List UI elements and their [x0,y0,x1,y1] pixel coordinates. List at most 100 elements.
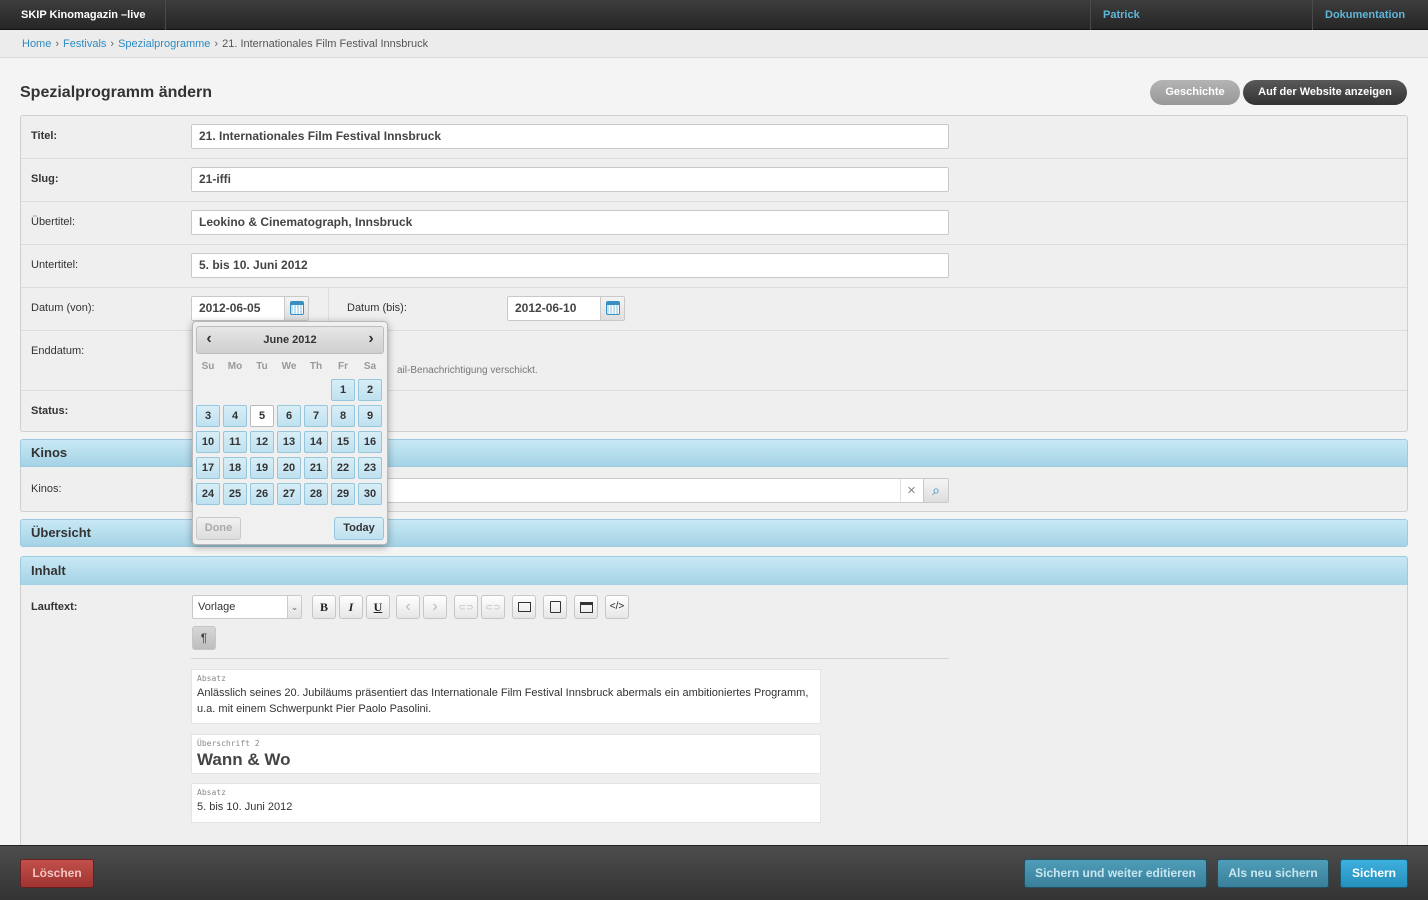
untertitel-row: Untertitel: 5. bis 10. Juni 2012 [21,245,1407,288]
breadcrumb-home[interactable]: Home [22,38,51,50]
datepicker-day[interactable]: 23 [358,457,382,479]
datepicker-day[interactable]: 13 [277,431,301,453]
bold-button[interactable]: B [312,595,336,619]
datum-bis-calendar-button[interactable] [600,297,624,320]
datepicker-day[interactable]: 22 [331,457,355,479]
datepicker-day[interactable]: 27 [277,483,301,505]
datepicker-day[interactable]: 14 [304,431,328,453]
datepicker-done-button[interactable]: Done [196,517,241,540]
link-button[interactable]: ⊂⊃ [454,595,478,619]
format-select[interactable]: Vorlage ⌄ [192,595,302,619]
history-button[interactable]: Geschichte [1150,80,1240,105]
datum-bis-value: 2012-06-10 [515,301,577,315]
underline-button[interactable]: U [366,595,390,619]
datepicker-day[interactable]: 1 [331,379,355,401]
datepicker-header: ‹ June 2012 › [196,326,384,354]
datepicker-day[interactable]: 24 [196,483,220,505]
datepicker-day[interactable]: 9 [358,405,382,427]
block-text[interactable]: Anlässlich seines 20. Jubiläums präsenti… [197,685,815,717]
view-on-site-button[interactable]: Auf der Website anzeigen [1243,80,1407,105]
content-block[interactable]: Absatz Anlässlich seines 20. Jubiläums p… [191,669,821,724]
weekday-label: Sa [363,361,377,372]
paste-word-button[interactable] [543,595,567,619]
datum-von-input[interactable]: 2012-06-05 [191,296,309,321]
save-button[interactable]: Sichern [1340,859,1408,888]
enddatum-label: Enddatum: [31,345,85,357]
calendar-icon [606,301,620,315]
save-and-continue-button[interactable]: Sichern und weiter editieren [1024,859,1207,888]
chevron-right-icon[interactable]: › [361,327,381,353]
datepicker-day[interactable]: 2 [358,379,382,401]
datepicker-day[interactable]: 18 [223,457,247,479]
save-as-new-button[interactable]: Als neu sichern [1217,859,1329,888]
datepicker-day[interactable]: 10 [196,431,220,453]
calendar-icon [290,301,304,315]
datepicker-day[interactable]: 17 [196,457,220,479]
document-icon [549,601,561,613]
window-icon [579,602,593,613]
unlink-button[interactable]: ⊂⊃ [481,595,505,619]
slug-input[interactable]: 21-iffi [191,167,949,192]
datepicker-day[interactable]: 7 [304,405,328,427]
source-code-button[interactable]: </> [605,595,629,619]
page-title: Spezialprogramm ändern [20,84,213,101]
app-title[interactable]: SKIP Kinomagazin –live [0,0,166,30]
uebertitel-row: Übertitel: Leokino & Cinematograph, Inns… [21,202,1407,245]
redo-button[interactable]: › [423,595,447,619]
block-type-label: Überschrift 2 [197,739,260,748]
content-block[interactable]: Überschrift 2 Wann & Wo [191,734,821,774]
datepicker-day[interactable]: 15 [331,431,355,453]
uebertitel-input[interactable]: Leokino & Cinematograph, Innsbruck [191,210,949,235]
datepicker-day[interactable]: 29 [331,483,355,505]
datepicker-day[interactable]: 6 [277,405,301,427]
close-icon[interactable]: × [900,479,922,502]
search-icon[interactable]: ⌕ [923,479,948,502]
datepicker-day[interactable]: 25 [223,483,247,505]
datepicker-day[interactable]: 19 [250,457,274,479]
datepicker-day[interactable]: 21 [304,457,328,479]
datum-von-calendar-button[interactable] [284,297,308,320]
paragraph-button[interactable]: ¶ [192,626,216,650]
block-heading[interactable]: Wann & Wo [197,750,815,770]
fullscreen-button[interactable] [574,595,598,619]
image-icon [517,602,531,612]
inhalt-section-header[interactable]: Inhalt [20,556,1408,586]
weekday-label: Th [309,361,323,372]
chevron-left-icon[interactable]: ‹ [199,327,219,353]
datum-bis-input[interactable]: 2012-06-10 [507,296,625,321]
breadcrumb-festivals[interactable]: Festivals [63,38,106,50]
breadcrumb-spezialprogramme[interactable]: Spezialprogramme [118,38,210,50]
datepicker-day[interactable]: 30 [358,483,382,505]
delete-button[interactable]: Löschen [20,859,94,888]
weekday-label: We [281,361,297,372]
italic-button[interactable]: I [339,595,363,619]
datepicker-today-button[interactable]: Today [334,517,384,540]
weekday-label: Mo [227,361,243,372]
top-bar: SKIP Kinomagazin –live Patrick Dokumenta… [0,0,1428,30]
block-text[interactable]: 5. bis 10. Juni 2012 [197,799,815,815]
untertitel-input[interactable]: 5. bis 10. Juni 2012 [191,253,949,278]
insert-image-button[interactable] [512,595,536,619]
datepicker-day[interactable]: 28 [304,483,328,505]
user-link[interactable]: Patrick [1090,0,1312,30]
datepicker-day[interactable]: 3 [196,405,220,427]
datepicker-day[interactable]: 5 [250,405,274,427]
block-type-label: Absatz [197,788,226,797]
datepicker-day[interactable]: 16 [358,431,382,453]
datepicker-day[interactable]: 20 [277,457,301,479]
weekday-label: Su [201,361,215,372]
datepicker-day[interactable]: 11 [223,431,247,453]
datepicker-day[interactable]: 12 [250,431,274,453]
submit-row: Löschen Sichern und weiter editieren Als… [0,845,1428,900]
datepicker-day[interactable]: 8 [331,405,355,427]
documentation-link[interactable]: Dokumentation [1312,0,1428,30]
datepicker-month-label: June 2012 [263,334,317,346]
weekday-label: Tu [256,361,268,372]
titel-input[interactable]: 21. Internationales Film Festival Innsbr… [191,124,949,149]
content-block[interactable]: Absatz 5. bis 10. Juni 2012 [191,783,821,823]
breadcrumb-separator: › [55,38,60,50]
undo-button[interactable]: ‹ [396,595,420,619]
format-select-value: Vorlage [198,601,236,613]
datepicker-day[interactable]: 4 [223,405,247,427]
datepicker-day[interactable]: 26 [250,483,274,505]
